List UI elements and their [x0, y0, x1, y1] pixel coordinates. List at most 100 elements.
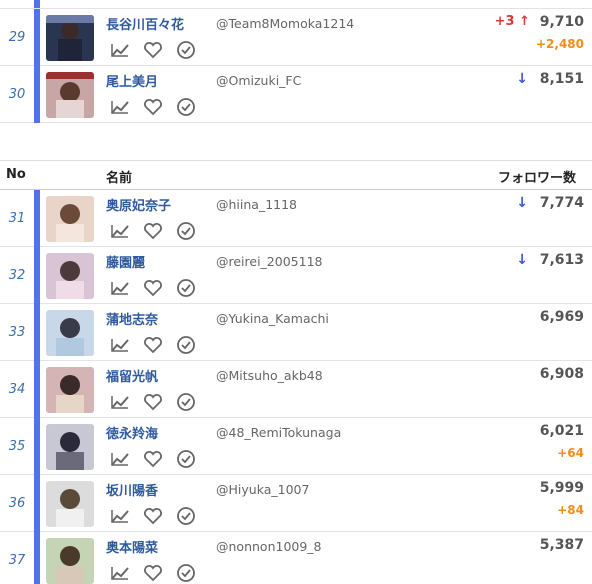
table-row[interactable]: 32 藤園麗 @reirei_2005118 ↓ 7,613	[0, 247, 592, 304]
chart-icon[interactable]	[108, 562, 132, 584]
table-row[interactable]: 31 奥原妃奈子 @hiina_1118 ↓ 7,774	[0, 190, 592, 247]
rank-accent-bar	[34, 9, 40, 66]
member-name-link[interactable]: 徳永羚海	[106, 423, 158, 442]
chart-icon[interactable]	[108, 277, 132, 299]
twitter-handle-link[interactable]: @reirei_2005118	[216, 254, 322, 269]
table-row[interactable]: 34 福留光帆 @Mitsuho_akb48 6,908	[0, 361, 592, 418]
table-row[interactable]: 37 奥本陽菜 @nonnon1009_8 5,387	[0, 532, 592, 584]
twitter-handle-link[interactable]: @Yukina_Kamachi	[216, 311, 329, 326]
table-row[interactable]: 30 尾上美月 @Omizuki_FC ↓ 8,151	[0, 66, 592, 123]
twitter-handle-link[interactable]: @48_RemiTokunaga	[216, 425, 341, 440]
chart-icon[interactable]	[108, 391, 132, 413]
heart-icon[interactable]	[141, 96, 165, 118]
avatar[interactable]	[46, 538, 94, 584]
check-circle-icon[interactable]	[174, 562, 198, 584]
rank-accent-bar	[34, 190, 40, 247]
follower-delta: +2,480	[535, 37, 584, 51]
twitter-handle-link[interactable]: @Hiyuka_1007	[216, 482, 309, 497]
rank-number: 33	[8, 325, 26, 340]
column-header-name: 名前	[106, 171, 133, 186]
chart-icon[interactable]	[108, 334, 132, 356]
table-row[interactable]: 35 徳永羚海 @48_RemiTokunaga 6,021 +64	[0, 418, 592, 475]
check-circle-icon[interactable]	[174, 505, 198, 527]
twitter-handle-link[interactable]: @Team8Momoka1214	[216, 16, 354, 31]
member-name-link[interactable]: 奥本陽菜	[106, 537, 158, 556]
member-name-link[interactable]: 福留光帆	[106, 366, 158, 385]
twitter-handle-link[interactable]: @nonnon1009_8	[216, 539, 322, 554]
rank-accent-bar	[34, 66, 40, 123]
member-name-link[interactable]: 長谷川百々花	[106, 14, 184, 33]
avatar[interactable]	[46, 481, 94, 527]
table-row[interactable]: 29 長谷川百々花 @Team8Momoka1214 +3 ↑ 9,710 +2…	[0, 9, 592, 66]
chart-icon[interactable]	[108, 448, 132, 470]
twitter-handle-link[interactable]: @Mitsuho_akb48	[216, 368, 323, 383]
follower-count: 9,710	[539, 14, 584, 30]
member-name-link[interactable]: 尾上美月	[106, 71, 158, 90]
rank-down-arrow-icon: ↓	[516, 252, 528, 268]
member-name-link[interactable]: 蒲地志奈	[106, 309, 158, 328]
heart-icon[interactable]	[141, 562, 165, 584]
twitter-handle-link[interactable]: @Omizuki_FC	[216, 73, 301, 88]
avatar[interactable]	[46, 72, 94, 118]
member-name-link[interactable]: 坂川陽香	[106, 480, 158, 499]
follower-delta: +84	[557, 503, 584, 517]
twitter-handle-link[interactable]: @hiina_1118	[216, 197, 297, 212]
avatar[interactable]	[46, 310, 94, 356]
rank-change-up: +3 ↑	[494, 14, 530, 29]
rank-accent-bar	[34, 304, 40, 361]
chart-icon[interactable]	[108, 96, 132, 118]
member-name-link[interactable]: 藤園麗	[106, 252, 145, 271]
follower-count: 6,908	[539, 366, 584, 382]
rank-number: 34	[8, 382, 26, 397]
chart-icon[interactable]	[108, 505, 132, 527]
rank-accent-bar	[34, 247, 40, 304]
avatar[interactable]	[46, 196, 94, 242]
follower-count: 5,387	[539, 537, 584, 553]
avatar[interactable]	[46, 15, 94, 61]
table-row[interactable]: 36 坂川陽香 @Hiyuka_1007 5,999 +84	[0, 475, 592, 532]
rank-number: 32	[8, 268, 26, 283]
check-circle-icon[interactable]	[174, 391, 198, 413]
check-circle-icon[interactable]	[174, 334, 198, 356]
follower-count: 6,021	[539, 423, 584, 439]
heart-icon[interactable]	[141, 277, 165, 299]
rank-accent-bar	[34, 475, 40, 532]
rank-number: 30	[8, 87, 26, 102]
column-header-followers: フォロワー数	[497, 171, 576, 186]
rank-accent-bar	[34, 418, 40, 475]
rank-accent-bar	[34, 532, 40, 584]
follower-count: 6,969	[539, 309, 584, 325]
heart-icon[interactable]	[141, 505, 165, 527]
rank-number: 37	[8, 553, 26, 568]
follower-count: 7,613	[539, 252, 584, 268]
rank-number: 35	[8, 439, 26, 454]
avatar[interactable]	[46, 253, 94, 299]
follower-count: 5,999	[539, 480, 584, 496]
heart-icon[interactable]	[141, 334, 165, 356]
check-circle-icon[interactable]	[174, 96, 198, 118]
rank-accent-bar	[34, 0, 40, 8]
heart-icon[interactable]	[141, 448, 165, 470]
rank-down-arrow-icon: ↓	[516, 195, 528, 211]
rank-number: 36	[8, 496, 26, 511]
check-circle-icon[interactable]	[174, 39, 198, 61]
follower-count: 7,774	[539, 195, 584, 211]
rank-down-arrow-icon: ↓	[516, 71, 528, 87]
follower-count: 8,151	[539, 71, 584, 87]
chart-icon[interactable]	[108, 39, 132, 61]
heart-icon[interactable]	[141, 220, 165, 242]
check-circle-icon[interactable]	[174, 448, 198, 470]
rank-accent-bar	[34, 361, 40, 418]
chart-icon[interactable]	[108, 220, 132, 242]
heart-icon[interactable]	[141, 39, 165, 61]
avatar[interactable]	[46, 424, 94, 470]
column-header-no: No	[6, 167, 26, 182]
check-circle-icon[interactable]	[174, 220, 198, 242]
check-circle-icon[interactable]	[174, 277, 198, 299]
rank-number: 31	[8, 211, 26, 226]
avatar[interactable]	[46, 367, 94, 413]
member-name-link[interactable]: 奥原妃奈子	[106, 195, 171, 214]
heart-icon[interactable]	[141, 391, 165, 413]
table-row[interactable]: 33 蒲地志奈 @Yukina_Kamachi 6,969	[0, 304, 592, 361]
table-header: No 名前 フォロワー数	[0, 160, 592, 190]
